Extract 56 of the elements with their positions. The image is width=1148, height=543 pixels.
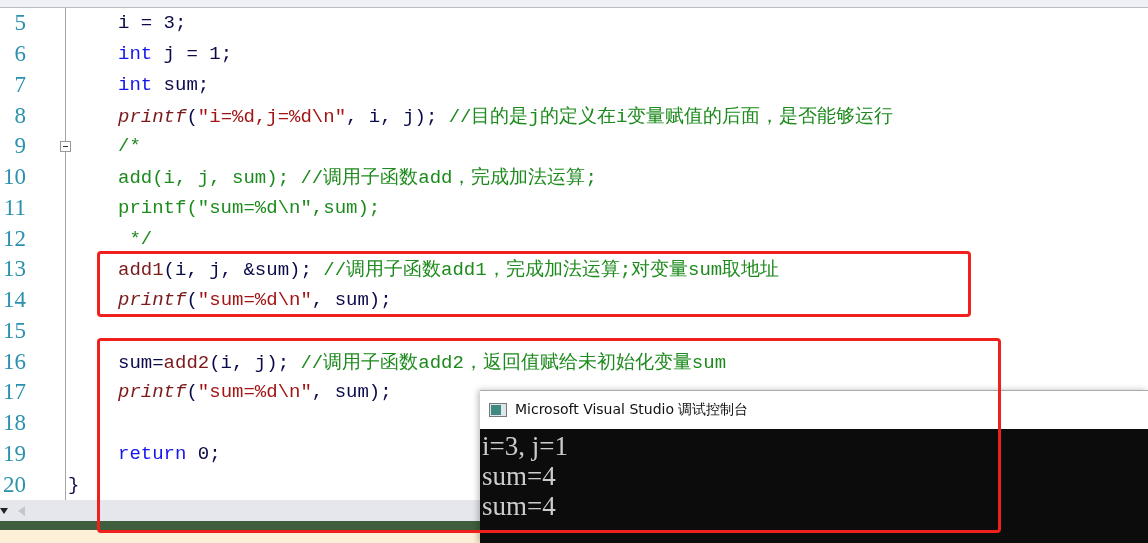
function-name: printf [118,289,187,312]
line-number: 11 [2,194,26,221]
function-name: add1 [118,259,164,282]
code-text: , sum); [311,381,392,404]
code-comment: */ [128,227,153,250]
window-title: Microsoft Visual Studio 调试控制台 [515,401,749,419]
line-number: 18 [2,410,26,437]
line-number: 9 [13,133,26,160]
line-number: 19 [2,440,26,467]
string-literal: "sum=%d\n" [197,289,312,312]
code-comment: //调用子函数add1，完成加法运算;对变量sum取地址 [323,259,780,282]
keyword: return [118,442,187,465]
line-number: 17 [2,379,26,406]
code-comment: add(i, j, sum); //调用子函数add，完成加法运算; [118,167,597,190]
console-icon [489,403,507,417]
code-text: sum= [118,351,164,374]
line-number: 14 [2,287,26,314]
line-number: 6 [13,41,26,68]
line-number: 20 [2,471,26,498]
code-text: 0; [196,442,221,465]
code-text: , sum); [311,289,392,312]
line-number: 10 [2,164,26,191]
line-number: 15 [2,317,26,344]
code-text: sum; [162,73,210,96]
code-text: ( [186,105,198,128]
keyword: int [118,73,153,96]
code-comment: //调用子函数add2，返回值赋给未初始化变量sum [300,351,727,374]
line-number: 5 [13,10,26,37]
string-literal: "sum=%d\n" [197,381,312,404]
code-text: (i, j); [209,351,291,374]
line-number: 13 [2,256,26,283]
code-text: j = 1; [162,43,233,66]
line-number: 16 [2,348,26,375]
dropdown-arrow-icon[interactable] [0,507,8,514]
code-text: } [68,473,80,496]
collapse-icon[interactable] [60,140,71,152]
code-comment: /* [118,135,141,158]
line-number: 8 [13,102,26,129]
code-comment: //目的是j的定义在i变量赋值的后面，是否能够运行 [448,105,894,128]
code-text: (i, j, &sum); [163,259,313,282]
function-name: printf [118,381,187,404]
horizontal-scrollbar[interactable] [0,500,480,521]
line-number: 7 [13,71,26,98]
function-name: printf [118,105,187,128]
code-comment: printf("sum=%d\n",sum); [118,196,381,219]
console-output: sum=4 [482,461,557,491]
code-text: , i, j); [346,105,439,128]
console-output: sum=4 [482,491,557,521]
string-literal: "i=%d,j=%d\n" [197,105,347,128]
code-text: ( [186,289,198,312]
code-text: ( [186,381,198,404]
function-name: add2 [163,351,210,374]
code-text: i = 3; [118,12,187,35]
line-number: 12 [2,225,26,252]
console-output: i=3, j=1 [482,431,569,461]
keyword: int [118,43,153,66]
